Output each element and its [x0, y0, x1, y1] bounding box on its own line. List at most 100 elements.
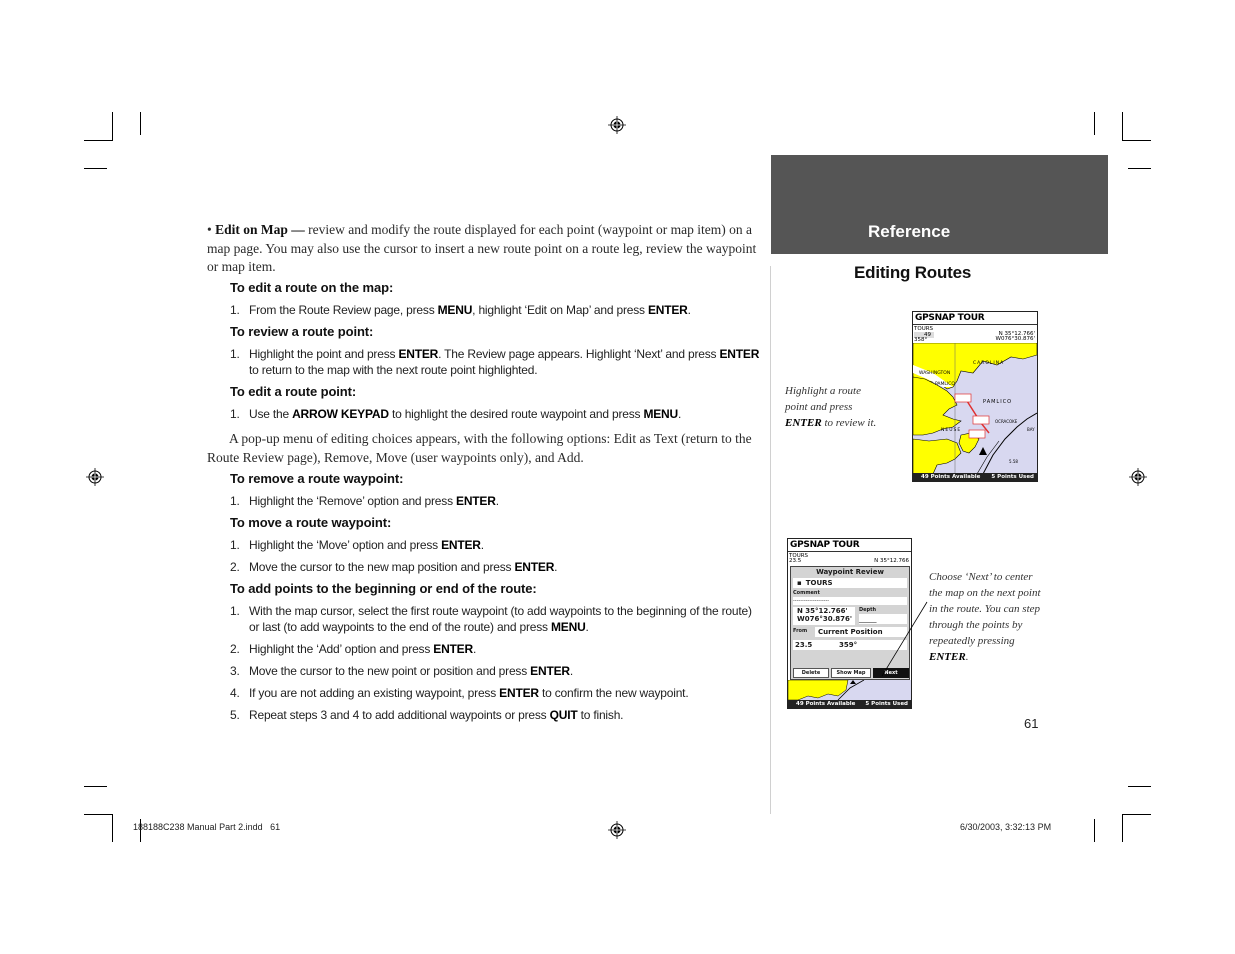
intro-paragraph: • Edit on Map — review and modify the ro… — [207, 221, 757, 277]
crop-mark — [1128, 786, 1151, 787]
comment-label: Comment — [793, 590, 820, 596]
page-number: 61 — [1024, 716, 1039, 731]
screen-info-bar: TOURS 23.5 N 35°12.766 — [788, 552, 911, 564]
position-field[interactable]: N 35°12.766' W076°30.876' — [793, 607, 855, 625]
key-name: ENTER — [530, 664, 570, 678]
key-name: MENU — [643, 407, 678, 421]
map-label: PAMLICO — [983, 399, 1012, 405]
position-lon: W076°30.876' — [797, 615, 852, 623]
step-item: 2. Move the cursor to the new map positio… — [230, 559, 760, 575]
review-caption: Choose ‘Next’ to center the map on the n… — [929, 569, 1041, 665]
gps-map-screenshot: GPSNAP TOUR TOURS 49 358° N 35°12.766' W… — [912, 311, 1038, 482]
section-title: Editing Routes — [854, 263, 972, 282]
crop-mark — [84, 814, 113, 815]
points-used: 5 Points Used — [991, 474, 1034, 480]
crop-mark — [1122, 140, 1151, 141]
step-text-part: . The Review page appears. Highlight ‘Ne… — [438, 347, 720, 361]
step-item: 1. Highlight the ‘Remove’ option and pres… — [230, 493, 760, 509]
step-item: 1. From the Route Review page, press MENU… — [230, 302, 760, 318]
map-label: BAY — [1027, 427, 1035, 432]
step-text-part: . — [569, 664, 573, 678]
crop-mark — [1122, 814, 1151, 815]
crop-mark — [140, 112, 141, 135]
crop-mark — [1122, 814, 1123, 842]
caption-text: . — [965, 651, 969, 663]
step-number: 2. — [230, 642, 240, 656]
dialog-title: Waypoint Review — [816, 568, 884, 576]
key-name: ENTER — [499, 686, 539, 700]
longitude: W076°30.876' — [995, 336, 1035, 342]
key-name: ENTER — [398, 347, 439, 361]
map-label: OCRACOKE — [995, 419, 1018, 424]
caption-text: Highlight a route point and press — [785, 385, 861, 413]
step-item: 2. Highlight the ‘Add’ option and press E… — [230, 641, 760, 657]
popup-menu-paragraph: A pop-up menu of editing choices appears… — [207, 429, 757, 467]
step-text-part: . — [585, 620, 589, 634]
step-text-part: . — [480, 538, 484, 552]
crop-mark — [84, 786, 107, 787]
step-number: 5. — [230, 708, 240, 722]
footer-timestamp: 6/30/2003, 3:32:13 PM — [960, 822, 1052, 832]
step-text: Highlight the point and press ENTER. The… — [249, 346, 760, 378]
step-text-part: Highlight the point and press — [249, 347, 399, 361]
registration-mark-icon — [608, 116, 626, 134]
step-number: 1. — [230, 347, 240, 361]
chart-map-strip — [788, 680, 911, 700]
step-item: 4. If you are not adding an existing wayp… — [230, 685, 760, 701]
key-name: ENTER — [456, 494, 496, 508]
step-number: 1. — [230, 303, 240, 317]
map-label: NEUSE — [941, 427, 961, 433]
step-text-part: . — [495, 494, 499, 508]
caption-key: ENTER — [929, 651, 966, 663]
section-heading: To remove a route waypoint: — [230, 471, 404, 486]
map-label: PAMLICO — [935, 381, 955, 387]
distance-value: 23.5 — [789, 558, 802, 564]
from-label: From — [793, 628, 808, 634]
show-map-button[interactable]: Show Map — [831, 668, 871, 678]
map-caption: Highlight a route point and press ENTER … — [785, 383, 885, 431]
crop-mark — [1094, 112, 1095, 135]
step-text: From the Route Review page, press MENU, … — [249, 302, 760, 318]
map-scale: 5.58 — [1009, 459, 1018, 464]
step-number: 1. — [230, 494, 240, 508]
step-text-part: to confirm the new waypoint. — [538, 686, 689, 700]
crop-mark — [1094, 819, 1095, 842]
step-item: 1. Highlight the point and press ENTER. T… — [230, 346, 760, 378]
step-text-part: With the map cursor, select the first ro… — [249, 604, 752, 634]
crop-mark — [1128, 168, 1151, 169]
bearing-value: 358° — [914, 337, 928, 343]
step-text-part: . — [678, 407, 682, 421]
delete-button[interactable]: Delete — [793, 668, 829, 678]
section-heading: To add points to the beginning or end of… — [230, 581, 537, 596]
step-text: With the map cursor, select the first ro… — [249, 603, 760, 635]
section-heading: To edit a route on the map: — [230, 280, 394, 295]
step-item: 3. Move the cursor to the new point or po… — [230, 663, 760, 679]
step-number: 2. — [230, 560, 240, 574]
step-text: Use the ARROW KEYPAD to highlight the de… — [249, 406, 760, 422]
step-text: Highlight the ‘Move’ option and press EN… — [249, 537, 760, 553]
popup-menu-text: A pop-up menu of editing choices appears… — [207, 431, 752, 465]
reference-title: Reference — [868, 222, 951, 241]
bullet: • — [207, 222, 212, 237]
chart-map: WASHINGTON CAROLINA PAMLICO PAMLICO OCRA… — [913, 343, 1037, 474]
waypoint-name-field[interactable]: ▪ TOURS — [793, 578, 907, 588]
step-number: 1. — [230, 407, 240, 421]
key-name: MENU — [551, 620, 586, 634]
key-name: ENTER — [514, 560, 555, 574]
step-number: 1. — [230, 538, 240, 552]
points-available: 49 Points Available — [921, 474, 981, 480]
screen-info-bar: TOURS 49 358° N 35°12.766' W076°30.876' — [913, 325, 1037, 343]
step-text-part: . — [554, 560, 558, 574]
map-label: CAROLINA — [973, 360, 1004, 366]
key-name: ARROW KEYPAD — [292, 407, 389, 421]
crop-mark — [112, 814, 113, 842]
key-name: ENTER — [433, 642, 473, 656]
key-name: ENTER — [647, 303, 688, 317]
distance-value: 23.5 — [795, 641, 813, 649]
step-text-part: Highlight the ‘Remove’ option and press — [249, 494, 457, 508]
crop-mark — [1122, 112, 1123, 140]
section-heading: To review a route point: — [230, 324, 374, 339]
step-text: Highlight the ‘Add’ option and press ENT… — [249, 641, 760, 657]
callout-line — [881, 601, 928, 677]
step-text-part: From the Route Review page, press — [249, 303, 438, 317]
